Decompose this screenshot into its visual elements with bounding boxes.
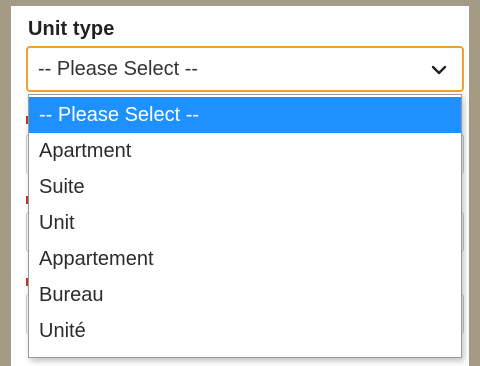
unit-type-label: Unit type: [28, 18, 115, 40]
option-apartment[interactable]: Apartment: [29, 133, 461, 169]
option-unite[interactable]: Unité: [29, 313, 461, 349]
option-bureau[interactable]: Bureau: [29, 277, 461, 313]
option-unit[interactable]: Unit: [29, 205, 461, 241]
select-current-value: -- Please Select --: [38, 58, 199, 80]
option-suite[interactable]: Suite: [29, 169, 461, 205]
option-please-select[interactable]: -- Please Select --: [29, 97, 461, 133]
chevron-down-icon: [431, 65, 447, 75]
unit-type-select[interactable]: -- Please Select --: [26, 46, 464, 92]
unit-type-options-list: -- Please Select -- Apartment Suite Unit…: [28, 94, 462, 358]
option-appartement[interactable]: Appartement: [29, 241, 461, 277]
